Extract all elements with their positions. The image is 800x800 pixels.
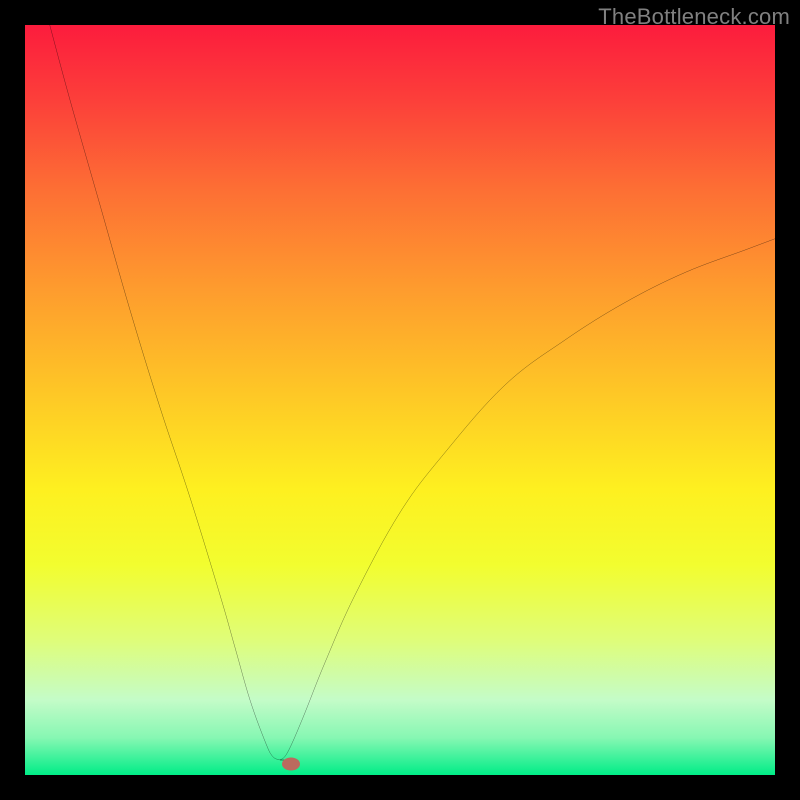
chart-frame: TheBottleneck.com <box>0 0 800 800</box>
bottleneck-curve <box>25 25 775 775</box>
notch-marker <box>282 757 300 770</box>
curve-path <box>50 25 775 760</box>
plot-area <box>25 25 775 775</box>
